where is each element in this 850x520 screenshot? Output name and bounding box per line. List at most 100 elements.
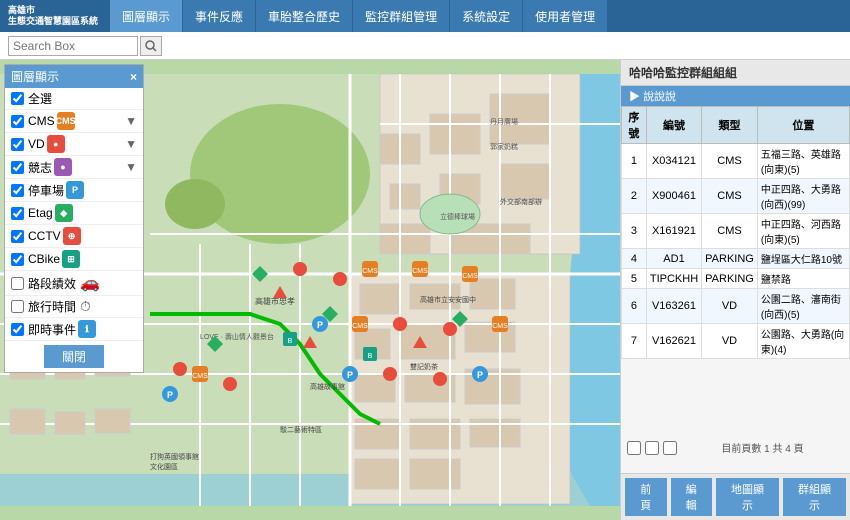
layer-label-parking: 停車場: [28, 182, 64, 199]
tab-layer[interactable]: 圖層顯示: [110, 0, 183, 32]
svg-text:CMS: CMS: [362, 268, 378, 275]
svg-text:CMS: CMS: [192, 373, 208, 380]
layer-checkbox-cctv[interactable]: [11, 230, 24, 243]
search-icon: [145, 40, 157, 52]
page-checkbox-2[interactable]: [645, 441, 659, 455]
layer-item-parking: 停車場 P: [5, 179, 143, 202]
layer-item-all: 全選: [5, 88, 143, 110]
svg-text:立德棒球場: 立德棒球場: [440, 212, 475, 221]
cell-code: X034121: [646, 144, 701, 179]
tab-events[interactable]: 事件反應: [183, 0, 256, 32]
cell-location: 鹽埕區大仁路10號: [757, 249, 849, 269]
map-view-button[interactable]: 地圖顯示: [716, 478, 779, 516]
layer-label-road-perf: 路段績效: [28, 275, 76, 292]
cell-code: V162621: [646, 324, 701, 359]
layer-checkbox-all[interactable]: [11, 92, 24, 105]
vd-chevron-icon: ▼: [125, 137, 137, 151]
vd-icon: ●: [47, 135, 65, 153]
tab-system[interactable]: 系統設定: [450, 0, 523, 32]
cell-seq: 6: [622, 289, 647, 324]
cms-chevron-icon: ▼: [125, 114, 137, 128]
layer-panel-header: 圖層顯示 ×: [5, 65, 143, 88]
tab-history[interactable]: 車胎整合歷史: [256, 0, 353, 32]
layer-checkbox-parking[interactable]: [11, 184, 24, 197]
search-bar: [0, 32, 850, 60]
svg-text:P: P: [317, 320, 323, 330]
layer-label-travel: 旅行時間: [28, 298, 76, 315]
layer-checkbox-etag[interactable]: [11, 207, 24, 220]
panel-subtitle: 說說說: [621, 86, 850, 106]
cell-seq: 5: [622, 269, 647, 289]
svg-text:外交部南部辦: 外交部南部辦: [500, 197, 542, 206]
svg-text:高雄市立安安國中: 高雄市立安安國中: [420, 295, 476, 304]
page-checkbox-3[interactable]: [663, 441, 677, 455]
layer-label-etag: Etag: [28, 206, 53, 220]
tab-monitor[interactable]: 監控群組管理: [353, 0, 450, 32]
page-checkbox-1[interactable]: [627, 441, 641, 455]
svg-text:郭家奶糕: 郭家奶糕: [490, 142, 518, 151]
table-row[interactable]: 4 AD1 PARKING 鹽埕區大仁路10號: [622, 249, 850, 269]
logo-line2: 生態交通智慧園區系統: [8, 16, 98, 27]
layer-items-list: 全選 CMS CMS ▼ VD ● ▼: [5, 88, 143, 341]
bottom-buttons: 前頁 編輯 地圖顯示 群組顯示: [621, 473, 850, 520]
cell-location: 公園路、大勇路(向東)(4): [757, 324, 849, 359]
app-logo: 高雄市 生態交通智慧園區系統: [8, 5, 98, 27]
layer-item-cctv: CCTV ⊕: [5, 225, 143, 248]
layer-label-cbike: CBike: [28, 252, 60, 266]
layer-item-travel: 旅行時間 ⏱: [5, 296, 143, 318]
group-view-button[interactable]: 群組顯示: [783, 478, 846, 516]
parking-icon: P: [66, 181, 84, 199]
table-row[interactable]: 6 V163261 VD 公園二路、瀋南街(向西)(5): [622, 289, 850, 324]
cell-location: 五福三路、英雄路(向東)(5): [757, 144, 849, 179]
cell-type: PARKING: [702, 269, 758, 289]
cell-seq: 4: [622, 249, 647, 269]
cell-type: VD: [702, 289, 758, 324]
cell-code: TIPCKHH: [646, 269, 701, 289]
right-panel: 哈哈哈監控群組組組 說說說 序號 編號 類型 位置 1 X034121 CMS …: [620, 60, 850, 520]
table-row[interactable]: 3 X161921 CMS 中正四路、河西路(向東)(5): [622, 214, 850, 249]
layer-checkbox-cms[interactable]: [11, 115, 24, 128]
svg-text:CMS: CMS: [352, 323, 368, 330]
layer-checkbox-travel[interactable]: [11, 300, 24, 313]
layer-checkbox-road-perf[interactable]: [11, 277, 24, 290]
table-container[interactable]: 序號 編號 類型 位置 1 X034121 CMS 五福三路、英雄路(向東)(5…: [621, 106, 850, 436]
cctv-icon: ⊕: [63, 227, 81, 245]
edit-button[interactable]: 編輯: [671, 478, 713, 516]
layer-checkbox-license[interactable]: [11, 161, 24, 174]
layer-close-button[interactable]: 關閉: [44, 345, 104, 368]
layer-item-incident: 即時事件 ℹ: [5, 318, 143, 341]
cbike-icon: ⊞: [62, 250, 80, 268]
svg-text:雙記奶茶: 雙記奶茶: [410, 362, 438, 371]
svg-text:P: P: [347, 370, 353, 380]
layer-label-incident: 即時事件: [28, 321, 76, 338]
travel-icon: ⏱: [80, 298, 91, 315]
svg-text:CMS: CMS: [412, 268, 428, 275]
search-input[interactable]: [8, 36, 138, 56]
table-row[interactable]: 7 V162621 VD 公園路、大勇路(向東)(4): [622, 324, 850, 359]
col-type: 類型: [702, 107, 758, 144]
search-button[interactable]: [140, 36, 162, 56]
col-code: 編號: [646, 107, 701, 144]
col-seq: 序號: [622, 107, 647, 144]
cell-type: VD: [702, 324, 758, 359]
layer-panel-close-btn[interactable]: ×: [130, 70, 137, 84]
cell-code: V163261: [646, 289, 701, 324]
layer-checkbox-vd[interactable]: [11, 138, 24, 151]
svg-text:P: P: [167, 390, 173, 400]
cell-location: 中正四路、大勇路(向西)(99): [757, 179, 849, 214]
prev-page-button[interactable]: 前頁: [625, 478, 667, 516]
layer-checkbox-incident[interactable]: [11, 323, 24, 336]
table-row[interactable]: 2 X900461 CMS 中正四路、大勇路(向西)(99): [622, 179, 850, 214]
table-row[interactable]: 1 X034121 CMS 五福三路、英雄路(向東)(5): [622, 144, 850, 179]
table-row[interactable]: 5 TIPCKHH PARKING 鹽禁路: [622, 269, 850, 289]
svg-text:CMS: CMS: [462, 273, 478, 280]
map-area[interactable]: 立德棒球場 高雄市忠孝 LOVE · 壽山情人觀景台 高雄故事館 打狗英國領事館…: [0, 60, 620, 520]
layer-item-cms: CMS CMS ▼: [5, 110, 143, 133]
layer-checkbox-cbike[interactable]: [11, 253, 24, 266]
cell-code: AD1: [646, 249, 701, 269]
svg-text:高雄故事館: 高雄故事館: [310, 382, 345, 391]
data-table: 序號 編號 類型 位置 1 X034121 CMS 五福三路、英雄路(向東)(5…: [621, 106, 850, 359]
layer-item-road-perf: 路段績效 🚗: [5, 271, 143, 296]
svg-text:P: P: [477, 370, 483, 380]
tab-users[interactable]: 使用者管理: [523, 0, 608, 32]
